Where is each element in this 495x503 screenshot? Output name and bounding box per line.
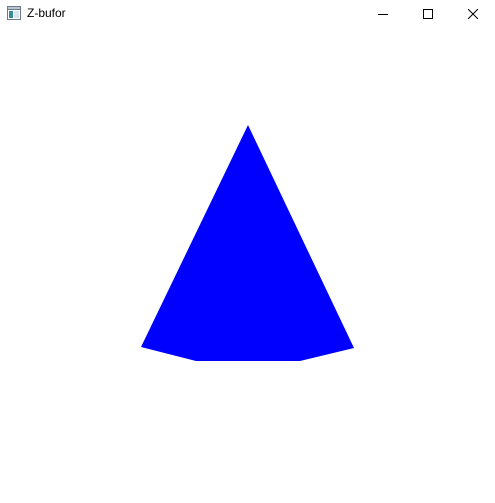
close-icon <box>467 8 478 19</box>
render-canvas[interactable] <box>0 27 495 503</box>
maximize-icon <box>422 8 433 19</box>
blue-cone-shape <box>141 125 354 361</box>
minimize-button[interactable] <box>360 0 405 27</box>
minimize-icon <box>377 13 388 15</box>
app-window-icon <box>7 6 21 20</box>
scene-svg <box>141 125 354 361</box>
maximize-button[interactable] <box>405 0 450 27</box>
app-window: Z-bufor <box>0 0 495 503</box>
window-title: Z-bufor <box>27 6 66 20</box>
title-bar[interactable]: Z-bufor <box>0 0 495 27</box>
close-button[interactable] <box>450 0 495 27</box>
